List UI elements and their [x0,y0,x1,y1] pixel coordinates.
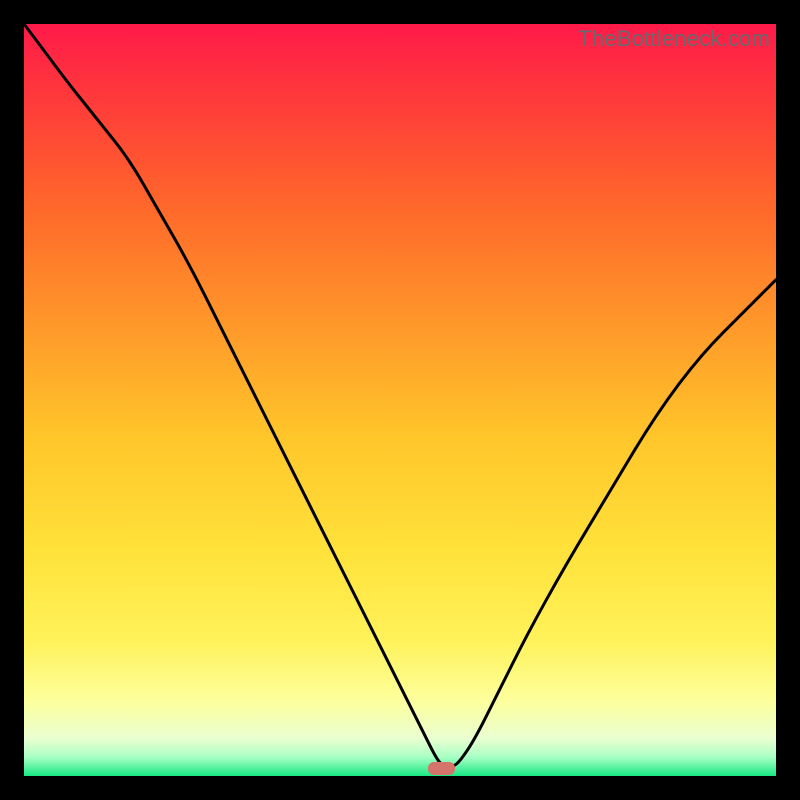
plot-area: TheBottleneck.com [24,24,776,776]
optimal-marker [428,762,455,775]
watermark-label: TheBottleneck.com [578,26,770,52]
bottleneck-curve [24,24,776,776]
chart-stage: { "watermark": "TheBottleneck.com", "col… [0,0,800,800]
